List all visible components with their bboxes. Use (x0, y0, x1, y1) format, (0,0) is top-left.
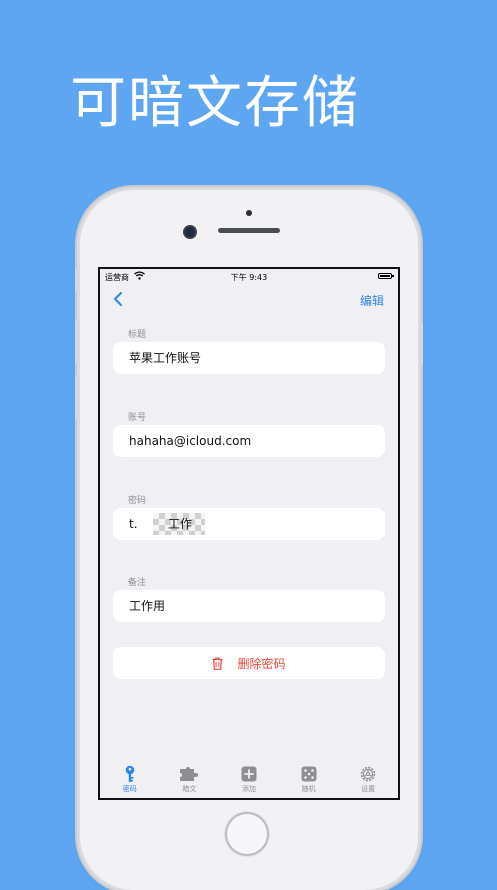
dice-icon (301, 766, 317, 782)
earpiece-speaker (218, 228, 280, 233)
puzzle-icon (180, 767, 199, 781)
gear-icon (360, 766, 376, 782)
account-field[interactable]: hahaha@icloud.com (113, 425, 385, 457)
password-visible-prefix: t. (129, 517, 138, 531)
volume-down-button (75, 376, 79, 420)
title-label: 标题 (128, 330, 147, 340)
password-field[interactable]: t. 工作 (113, 508, 385, 540)
delete-password-label: 删除密码 (237, 656, 286, 671)
home-button (225, 812, 269, 856)
power-button (419, 322, 423, 366)
tab-settings-label: 设置 (361, 785, 376, 793)
volume-up-button (75, 320, 79, 364)
status-bar: 运营商 下午 9:43 (100, 269, 398, 285)
trash-icon (212, 656, 223, 670)
note-label: 备注 (128, 578, 147, 588)
tab-bar: 密码 暗文 添加 随机 设置 (100, 762, 398, 798)
tab-random-label: 随机 (301, 785, 316, 793)
tab-password[interactable]: 密码 (105, 762, 155, 794)
edit-button[interactable]: 编辑 (360, 292, 384, 309)
proximity-sensor (246, 210, 252, 216)
tab-add-label: 添加 (241, 785, 256, 793)
front-camera (185, 227, 195, 237)
mute-switch (75, 268, 79, 292)
key-icon (125, 765, 135, 782)
password-visible-suffix: 工作 (168, 517, 193, 531)
tab-ciphertext-label: 暗文 (182, 785, 197, 793)
status-time: 下午 9:43 (230, 273, 268, 282)
password-label: 密码 (128, 496, 147, 506)
navigation-bar: 编辑 (100, 285, 398, 315)
tab-settings[interactable]: 设置 (343, 762, 393, 794)
tab-random[interactable]: 随机 (284, 762, 334, 794)
tab-ciphertext[interactable]: 暗文 (164, 762, 214, 794)
delete-password-button[interactable]: 删除密码 (113, 647, 385, 679)
promo-headline: 可暗文存储 (70, 71, 360, 136)
tab-password-label: 密码 (122, 785, 137, 793)
plus-square-icon (241, 766, 257, 782)
app-screen: 运营商 下午 9:43 编辑 标题 苹果工作账号 账号 hahaha@iclou… (98, 267, 400, 800)
chevron-left-icon[interactable] (112, 291, 124, 307)
account-label: 账号 (128, 413, 147, 423)
note-field[interactable]: 工作用 (113, 590, 385, 622)
title-field[interactable]: 苹果工作账号 (113, 342, 385, 374)
battery-icon (378, 273, 394, 279)
tab-add[interactable]: 添加 (224, 762, 274, 794)
